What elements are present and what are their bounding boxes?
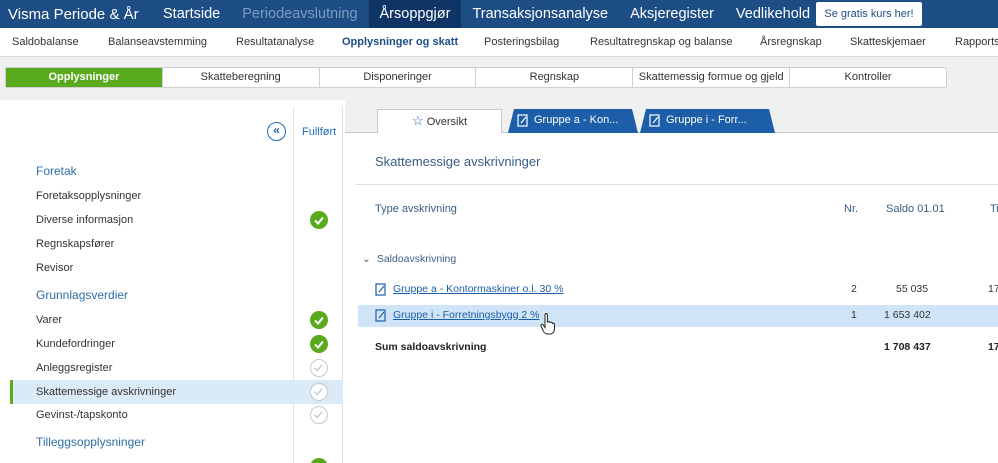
- nav-tab-vedlikehold[interactable]: Vedlikehold: [725, 0, 821, 28]
- divider: [355, 184, 998, 185]
- left-navigation-panel: « Fullført Foretak Foretaksopplysninger …: [10, 107, 343, 463]
- nav-tab-periodeavslutning[interactable]: Periodeavslutning: [231, 0, 368, 28]
- row-next: 17: [988, 283, 998, 295]
- subnav-saldobalanse[interactable]: Saldobalanse: [12, 28, 79, 56]
- nav-item-varer[interactable]: Varer: [10, 308, 343, 332]
- check-complete-icon: [310, 311, 328, 329]
- edit-document-icon: [375, 283, 386, 296]
- column-header-next: Ti: [990, 203, 998, 215]
- star-icon: ☆: [411, 113, 424, 128]
- section-tabs: Opplysninger Skatteberegning Disponering…: [5, 67, 947, 88]
- nav-tab-startside[interactable]: Startside: [152, 0, 231, 28]
- content-tab-bar: ☆ Oversikt Gruppe a - Kon... Gruppe i - …: [345, 100, 998, 133]
- subnav-resultatregnskap-og-balanse[interactable]: Resultatregnskap og balanse: [590, 28, 732, 56]
- row-saldo: 55 035: [896, 283, 929, 295]
- check-pending-icon[interactable]: [310, 383, 328, 401]
- table-row: Gruppe i - Forretningsbygg 2 % 1 1 653 4…: [358, 305, 998, 327]
- column-header-saldo: Saldo 01.01: [886, 203, 945, 215]
- hand-pointer-icon: [540, 313, 555, 335]
- nav-group-grunnlagsverdier: Grunnlagsverdier: [36, 288, 129, 302]
- page-title: Skattemessige avskrivninger: [375, 154, 541, 169]
- chevron-down-icon: ⌄: [362, 253, 371, 265]
- section-tab-skatteberegning[interactable]: Skatteberegning: [163, 68, 320, 87]
- subnav-skatteskjemaer[interactable]: Skatteskjemaer: [850, 28, 926, 56]
- sum-saldo: 1 708 437: [884, 341, 931, 353]
- edit-document-icon: [517, 114, 528, 127]
- sub-navigation: Saldobalanse Balanseavstemming Resultata…: [0, 28, 998, 57]
- nav-item-foretaksopplysninger[interactable]: Foretaksopplysninger: [10, 184, 343, 208]
- section-tab-disponeringer[interactable]: Disponeringer: [320, 68, 477, 87]
- top-navigation: Visma Periode & År Startside Periodeavsl…: [0, 0, 998, 28]
- content-panel: ☆ Oversikt Gruppe a - Kon... Gruppe i - …: [345, 100, 998, 463]
- nav-item-anleggsregister[interactable]: Anleggsregister: [10, 356, 343, 380]
- completed-header: Fullført: [302, 126, 337, 138]
- check-pending-icon[interactable]: [310, 406, 328, 424]
- sum-label: Sum saldoavskrivning: [375, 341, 487, 353]
- edit-document-icon: [649, 114, 660, 127]
- nav-item-regnskapsforer[interactable]: Regnskapsfører: [10, 232, 343, 256]
- sum-next: 17: [988, 341, 998, 353]
- tab-oversikt-label: Oversikt: [426, 116, 468, 128]
- section-tab-regnskap[interactable]: Regnskap: [476, 68, 634, 87]
- check-complete-icon: [310, 335, 328, 353]
- nav-item-skattemessige-avskrivninger[interactable]: Skattemessige avskrivninger: [10, 380, 343, 404]
- subnav-balanseavstemming[interactable]: Balanseavstemming: [108, 28, 207, 56]
- group-saldoavskrivning-label: Saldoavskrivning: [376, 253, 457, 265]
- subnav-opplysninger-og-skatt[interactable]: Opplysninger og skatt: [342, 28, 458, 56]
- group-saldoavskrivning[interactable]: ⌄ Saldoavskrivning: [362, 253, 456, 265]
- table-row: Gruppe a - Kontormaskiner o.l. 30 % 2 55…: [358, 279, 998, 301]
- nav-tab-arsoppgjor[interactable]: Årsoppgjør: [368, 0, 462, 28]
- nav-group-tilleggsopplysninger: Tilleggsopplysninger: [36, 435, 145, 449]
- nav-group-foretak: Foretak: [36, 164, 77, 178]
- check-pending-icon[interactable]: [310, 359, 328, 377]
- section-tab-kontroller[interactable]: Kontroller: [790, 68, 946, 87]
- subnav-resultatanalyse[interactable]: Resultatanalyse: [236, 28, 314, 56]
- tab-gruppe-i[interactable]: Gruppe i - Forr...: [640, 109, 775, 133]
- section-tab-bar: Opplysninger Skatteberegning Disponering…: [0, 57, 998, 100]
- section-tab-skattemessig-formue[interactable]: Skattemessig formue og gjeld: [633, 68, 791, 87]
- tab-gruppe-i-label: Gruppe i - Forr...: [666, 114, 747, 126]
- column-header-type: Type avskrivning: [375, 203, 457, 215]
- tab-oversikt[interactable]: ☆ Oversikt: [377, 109, 502, 133]
- section-tab-opplysninger[interactable]: Opplysninger: [6, 68, 163, 87]
- row-link-gruppe-i[interactable]: Gruppe i - Forretningsbygg 2 %: [393, 309, 540, 321]
- row-nr: 2: [851, 283, 857, 295]
- subnav-posteringsbilag[interactable]: Posteringsbilag: [484, 28, 559, 56]
- nav-item-diverse-informasjon[interactable]: Diverse informasjon: [10, 208, 343, 232]
- column-header-nr: Nr.: [844, 203, 859, 215]
- row-nr: 1: [851, 309, 857, 321]
- row-saldo: 1 653 402: [884, 309, 931, 321]
- tab-gruppe-a-label: Gruppe a - Kon...: [534, 114, 619, 126]
- tab-gruppe-a[interactable]: Gruppe a - Kon...: [508, 109, 638, 133]
- nav-item-kundefordringer[interactable]: Kundefordringer: [10, 332, 343, 356]
- nav-tab-transaksjonsanalyse[interactable]: Transaksjonsanalyse: [461, 0, 619, 28]
- free-course-button[interactable]: Se gratis kurs her!: [816, 2, 922, 26]
- double-chevron-left-icon[interactable]: «: [267, 122, 286, 141]
- subnav-arsregnskap[interactable]: Årsregnskap: [760, 28, 822, 56]
- app-brand: Visma Periode & År: [8, 5, 139, 23]
- subnav-rapports[interactable]: Rapports: [955, 28, 998, 56]
- nav-item-gevinst-tapskonto[interactable]: Gevinst-/tapskonto: [10, 403, 343, 427]
- check-complete-icon: [310, 211, 328, 229]
- edit-document-icon: [375, 309, 386, 322]
- nav-item-revisor[interactable]: Revisor: [10, 256, 343, 280]
- row-link-gruppe-a[interactable]: Gruppe a - Kontormaskiner o.l. 30 %: [393, 283, 563, 295]
- nav-tab-aksjeregister[interactable]: Aksjeregister: [619, 0, 725, 28]
